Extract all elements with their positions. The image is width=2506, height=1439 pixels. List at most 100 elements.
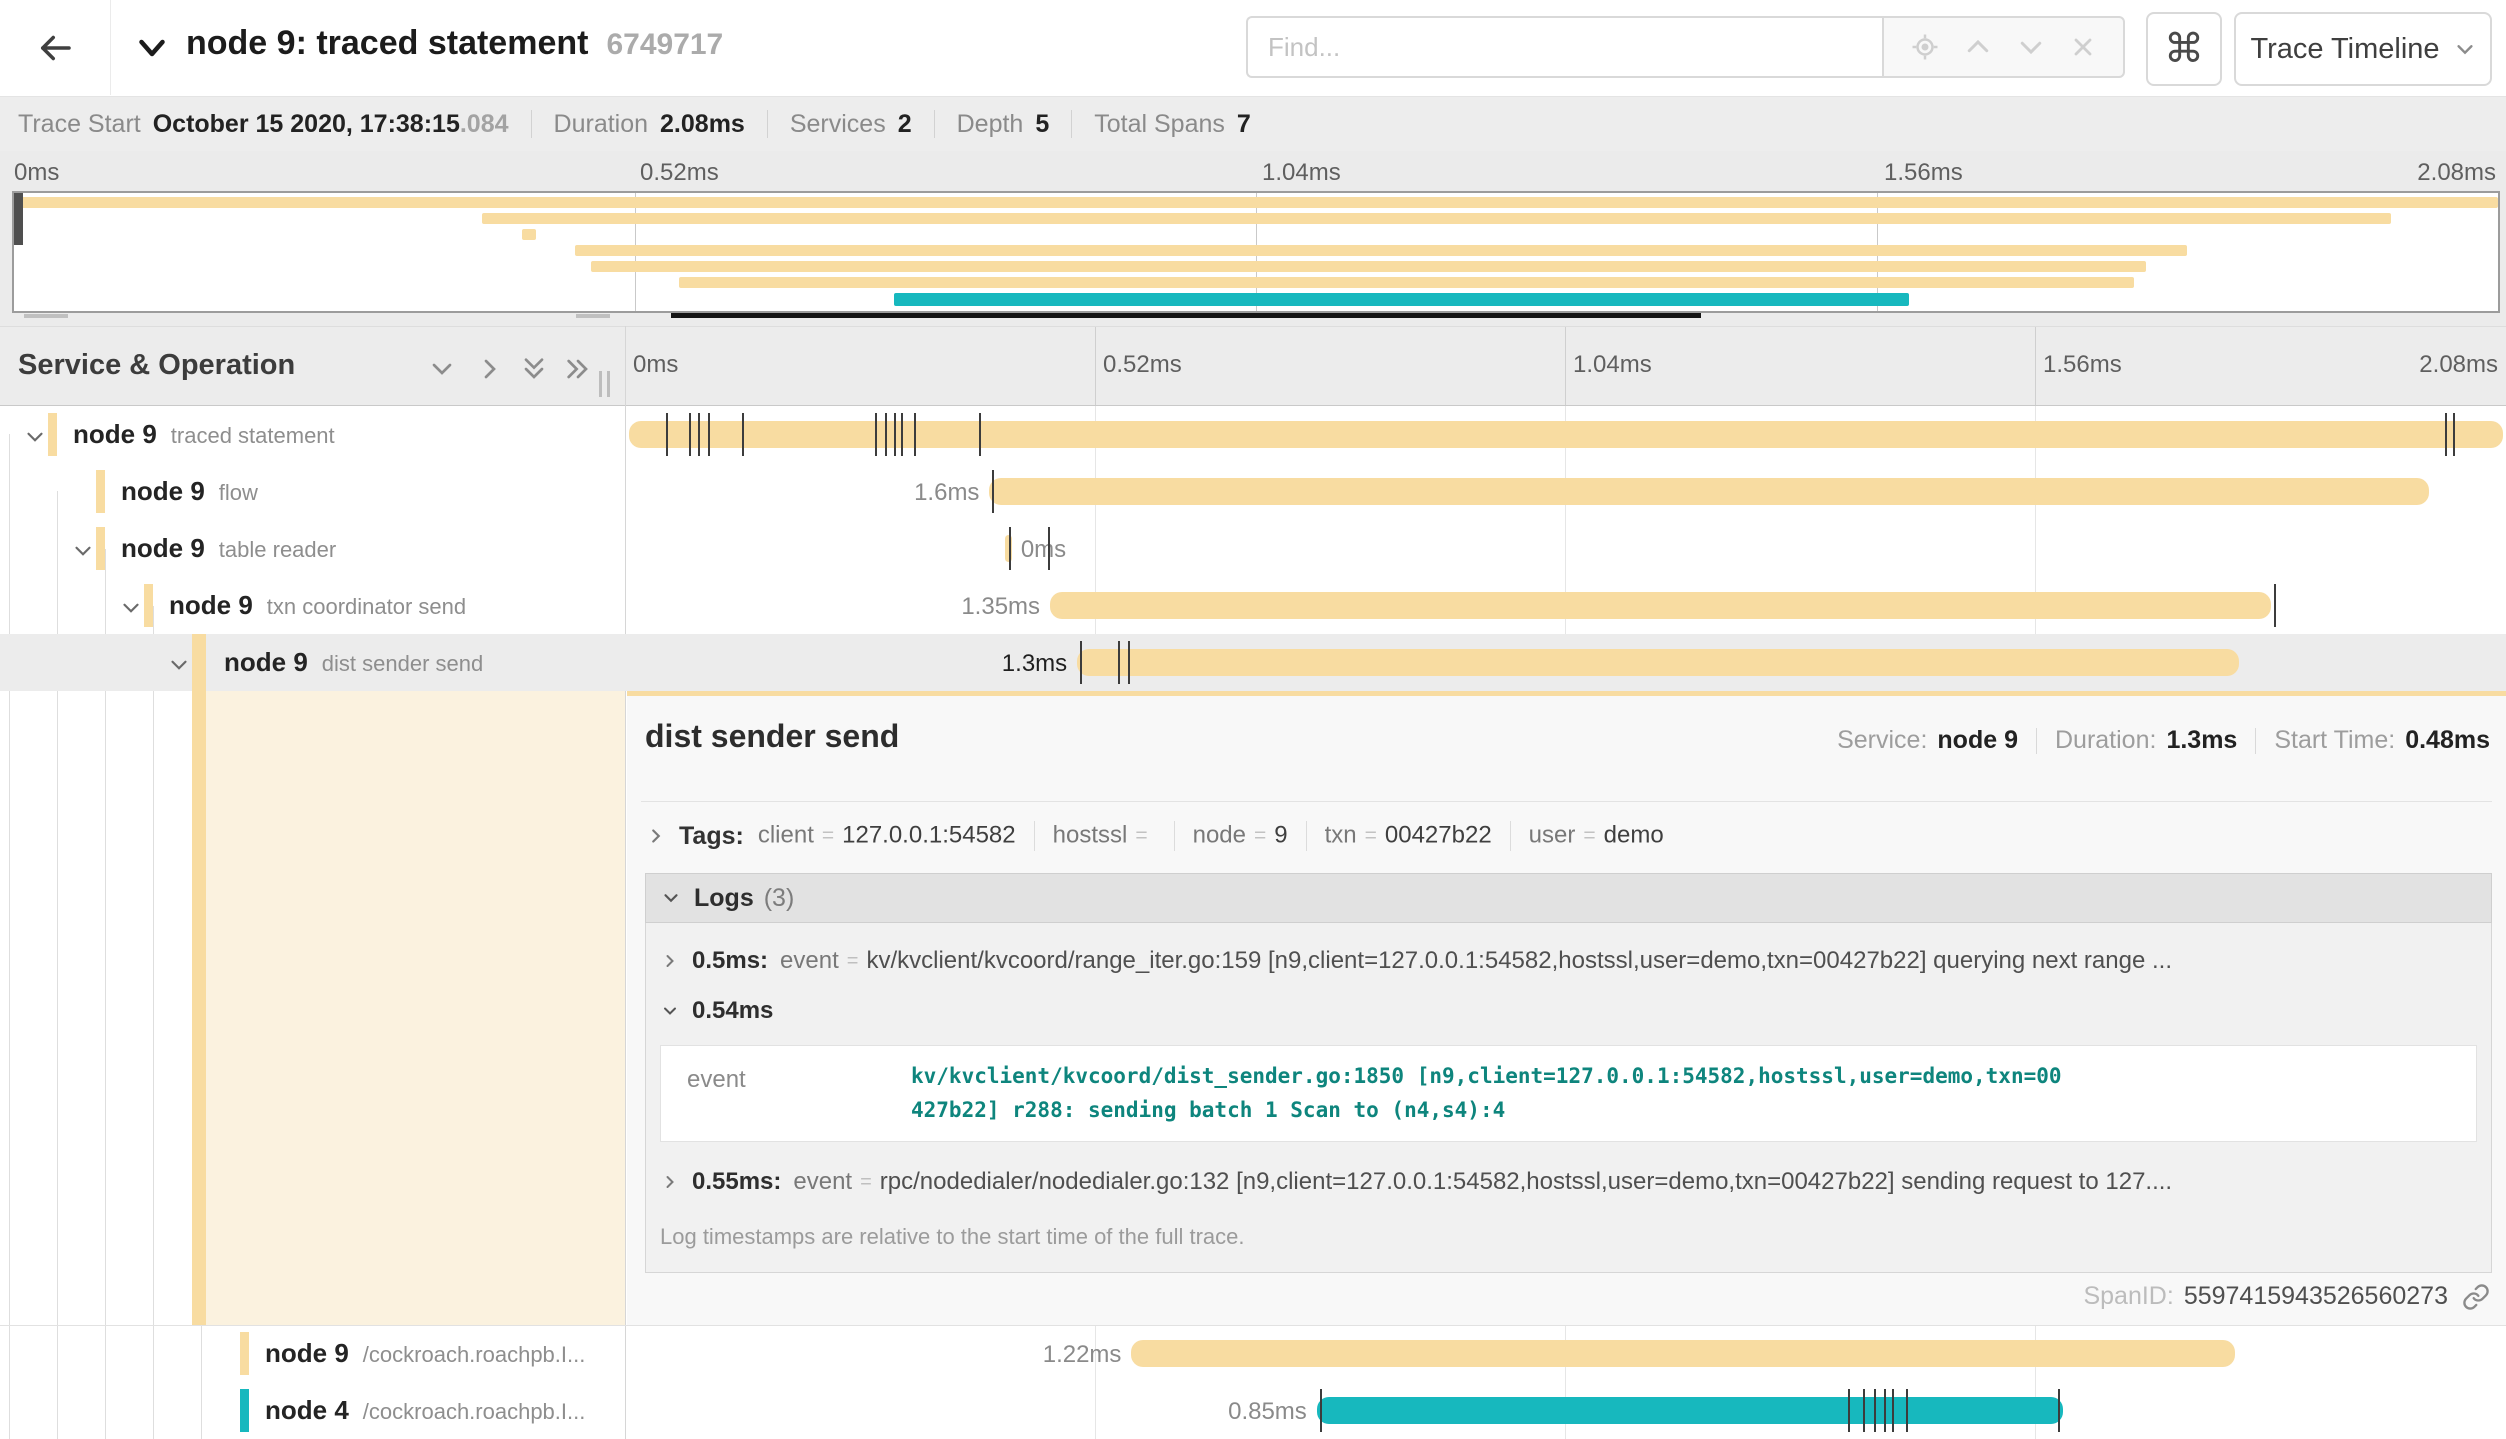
collapse-one-chevron-down-icon[interactable] <box>426 353 458 390</box>
span-timeline-bar[interactable] <box>989 478 2429 505</box>
locate-icon[interactable] <box>1910 32 1940 62</box>
span-row[interactable]: node 9/cockroach.roachpb.I...1.22ms <box>0 1325 2506 1382</box>
back-button[interactable] <box>0 0 111 95</box>
expand-one-chevron-right-icon[interactable] <box>474 353 506 390</box>
minimap-canvas[interactable] <box>12 191 2500 313</box>
span-row[interactable]: node 9table reader0ms <box>0 520 2506 577</box>
ruler-tick <box>1095 327 1096 405</box>
span-log-tick <box>708 413 710 456</box>
column-resize-grip[interactable] <box>599 371 610 397</box>
divider <box>0 1325 2506 1326</box>
keyboard-shortcuts-button[interactable]: ⌘ <box>2146 12 2222 86</box>
span-row[interactable]: node 4/cockroach.roachpb.I...0.85ms <box>0 1382 2506 1439</box>
page-title: node 9: traced statement6749717 <box>186 24 723 63</box>
span-id-label: SpanID: <box>2083 1282 2173 1311</box>
page-header: node 9: traced statement6749717 ⌘ Trace … <box>0 0 2506 97</box>
logs-footer-note: Log timestamps are relative to the start… <box>646 1202 2491 1266</box>
span-log-tick <box>1118 641 1120 684</box>
divider <box>1071 110 1072 138</box>
span-timeline-bar[interactable] <box>1050 592 2271 619</box>
span-expander-chevron-down-icon[interactable] <box>70 538 96 569</box>
span-expander-chevron-down-icon[interactable] <box>166 652 192 683</box>
start-time-label: Start Time: <box>2274 726 2395 755</box>
logs-list: 0.5ms: event = kv/kvclient/kvcoord/range_it… <box>645 923 2492 1273</box>
span-log-tick <box>1906 1389 1908 1432</box>
deep-link-icon[interactable] <box>2462 1283 2490 1311</box>
span-log-tick <box>894 413 896 456</box>
span-operation-name: traced statement <box>171 423 335 448</box>
minimap-tick-label: 0ms <box>14 159 59 187</box>
log-key: event <box>780 947 839 975</box>
expand-all-double-chevron-right-icon[interactable] <box>562 353 594 390</box>
span-log-tick <box>885 413 887 456</box>
span-service-name: node 9flow <box>121 476 258 507</box>
tag-value: 00427b22 <box>1385 821 1492 848</box>
span-duration-label: 1.3ms <box>909 650 1067 678</box>
span-duration-label: 0ms <box>1021 536 1066 564</box>
span-color-bar <box>96 470 105 513</box>
span-id-row: SpanID: 5597415943526560273 <box>2083 1282 2490 1311</box>
span-duration-label: 0.85ms <box>1149 1398 1307 1426</box>
span-duration-label: 1.6ms <box>821 479 979 507</box>
tag-key: node <box>1193 821 1246 848</box>
logs-accordion-header[interactable]: Logs (3) <box>645 873 2492 923</box>
log-key: event <box>793 1168 852 1196</box>
log-value: kv/kvclient/kvcoord/range_iter.go:159 [n… <box>866 947 2172 975</box>
span-row[interactable]: node 9flow 1.6ms <box>0 463 2506 520</box>
span-timeline-bar[interactable] <box>1077 649 2239 676</box>
tags-list: client=127.0.0.1:54582hostssl=node=9txn=… <box>758 821 1664 851</box>
span-color-bar <box>96 527 105 570</box>
log-entry-header[interactable]: 0.54ms <box>646 981 2491 1031</box>
ruler-tick <box>2035 327 2036 405</box>
trace-start-label: Trace Start <box>18 110 141 139</box>
span-expander-chevron-down-icon[interactable] <box>22 424 48 455</box>
find-input[interactable] <box>1246 16 1882 78</box>
view-options-button[interactable]: Trace Timeline <box>2234 12 2492 86</box>
total-spans-value: 7 <box>1237 110 1251 139</box>
minimap-span-bar <box>591 261 2146 272</box>
log-timestamp: 0.5ms: <box>692 947 768 975</box>
tag-key: client <box>758 821 814 848</box>
minimap-tick-label: 1.04ms <box>1262 159 1341 187</box>
span-timeline-bar[interactable] <box>1317 1397 2063 1424</box>
span-timeline-bar[interactable] <box>629 421 2504 448</box>
duration-value: 2.08ms <box>660 110 745 139</box>
span-duration-label: 1.22ms <box>963 1341 1121 1369</box>
prev-result-chevron-up-icon[interactable] <box>1963 32 1993 62</box>
timeline-viewport-scrollbar[interactable] <box>671 313 1701 318</box>
collapse-all-double-chevron-down-icon[interactable] <box>518 353 550 390</box>
log-equals: = <box>860 1171 872 1194</box>
log-entry-header[interactable]: 0.5ms: event = kv/kvclient/kvcoord/range_it… <box>646 931 2491 981</box>
minimap-span-bar <box>575 245 2187 256</box>
span-timeline-bar[interactable] <box>1131 1340 2234 1367</box>
minimap-scroll-stub <box>576 314 610 318</box>
divider <box>2255 728 2256 754</box>
span-row[interactable]: node 9traced statement <box>0 406 2506 463</box>
span-log-tick <box>1863 1389 1865 1432</box>
divider <box>1510 821 1511 851</box>
services-value: 2 <box>898 110 912 139</box>
depth-value: 5 <box>1035 110 1049 139</box>
trace-start-ms: .084 <box>460 110 509 138</box>
log-entry-header[interactable]: 0.55ms:event=rpc/nodedialer/nodedialer.g… <box>646 1152 2491 1202</box>
trace-title-collapse-chevron-icon[interactable] <box>134 30 170 71</box>
log-equals: = <box>847 950 859 973</box>
span-log-tick <box>1892 1389 1894 1432</box>
span-log-tick <box>2274 584 2276 627</box>
ruler-label: 2.08ms <box>2419 351 2498 379</box>
next-result-chevron-down-icon[interactable] <box>2016 32 2046 62</box>
tag-equals: = <box>1254 824 1266 847</box>
tag-value: demo <box>1604 821 1664 848</box>
span-row[interactable]: node 9txn coordinator send1.35ms <box>0 577 2506 634</box>
span-expander-chevron-down-icon[interactable] <box>118 595 144 626</box>
services-label: Services <box>790 110 886 139</box>
clear-search-close-icon[interactable] <box>2069 33 2097 61</box>
divider <box>1174 821 1175 851</box>
tags-accordion[interactable]: Tags: client=127.0.0.1:54582hostssl=node… <box>645 821 1664 851</box>
trace-timeline-page: node 9: traced statement6749717 ⌘ Trace … <box>0 0 2506 1439</box>
span-row[interactable]: node 9dist sender send1.3ms <box>0 634 2506 691</box>
service-operation-header: Service & Operation <box>18 349 295 382</box>
duration-label: Duration: <box>2055 726 2156 755</box>
span-detail-panel: dist sender send Service: node 9 Duratio… <box>627 691 2506 1325</box>
minimap-drag-handle[interactable] <box>14 193 23 245</box>
